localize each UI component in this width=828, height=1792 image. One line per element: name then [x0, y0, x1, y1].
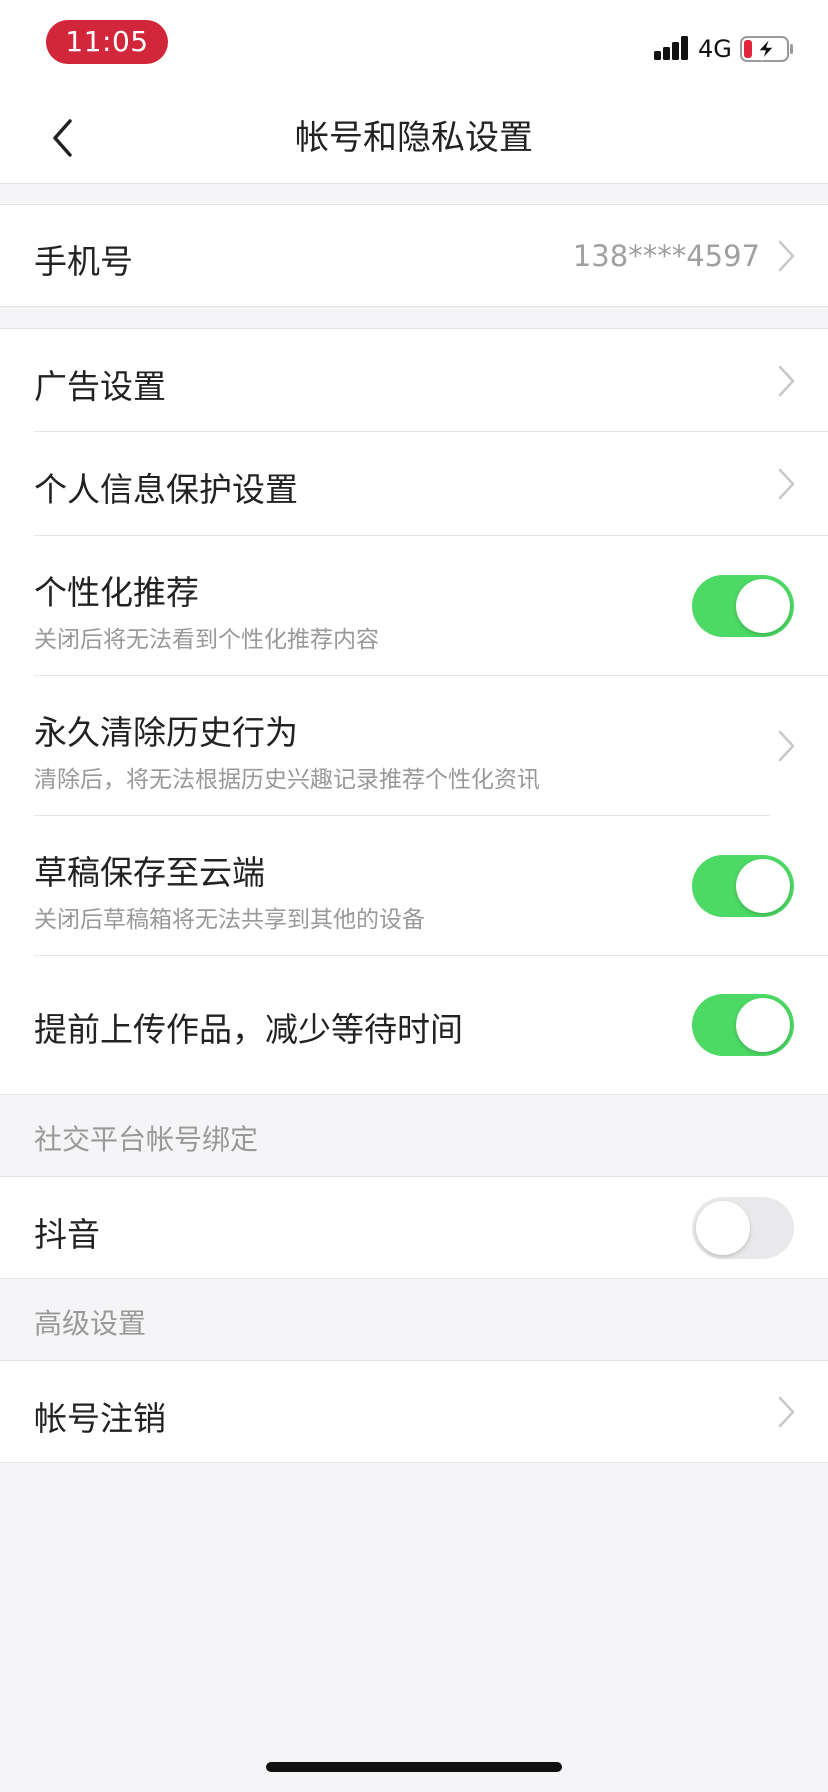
advanced-group: 帐号注销 — [0, 1360, 828, 1463]
home-indicator[interactable] — [266, 1762, 562, 1772]
privacy-protection-label: 个人信息保护设置 — [34, 470, 298, 509]
ad-settings-label: 广告设置 — [34, 367, 166, 406]
clear-history-desc: 清除后，将无法根据历史兴趣记录推荐个性化资讯 — [34, 767, 540, 793]
signal-icon — [654, 36, 690, 60]
draft-cloud-row: 草稿保存至云端 关闭后草稿箱将无法共享到其他的设备 — [0, 816, 828, 956]
clear-history-label: 永久清除历史行为 — [34, 713, 298, 752]
draft-cloud-desc: 关闭后草稿箱将无法共享到其他的设备 — [34, 907, 425, 933]
chevron-right-icon — [778, 240, 795, 272]
draft-cloud-toggle[interactable] — [692, 855, 794, 917]
phone-label: 手机号 — [34, 242, 133, 281]
phone-group: 手机号 138****4597 — [0, 204, 828, 307]
douyin-label: 抖音 — [34, 1215, 100, 1254]
ad-settings-row[interactable]: 广告设置 — [0, 329, 828, 432]
douyin-toggle[interactable] — [692, 1197, 794, 1259]
status-bar: 11:05 4G — [0, 0, 828, 92]
delete-account-label: 帐号注销 — [34, 1399, 166, 1438]
chevron-right-icon — [778, 468, 795, 500]
personalized-recommend-label: 个性化推荐 — [34, 573, 199, 612]
chevron-right-icon — [778, 1396, 795, 1428]
personalized-recommend-desc: 关闭后将无法看到个性化推荐内容 — [34, 627, 379, 653]
phone-value: 138****4597 — [572, 239, 760, 273]
clear-history-row[interactable]: 永久清除历史行为 清除后，将无法根据历史兴趣记录推荐个性化资讯 — [0, 676, 828, 816]
douyin-row: 抖音 — [0, 1177, 828, 1278]
phone-row[interactable]: 手机号 138****4597 — [0, 205, 828, 306]
personalized-recommend-toggle[interactable] — [692, 575, 794, 637]
battery-charging-icon — [740, 36, 793, 62]
pre-upload-toggle[interactable] — [692, 994, 794, 1056]
nav-bar: 帐号和隐私设置 — [0, 92, 828, 184]
pre-upload-row: 提前上传作品，减少等待时间 — [0, 956, 828, 1094]
pre-upload-label: 提前上传作品，减少等待时间 — [34, 1010, 463, 1049]
network-type: 4G — [698, 35, 732, 63]
chevron-right-icon — [778, 365, 795, 397]
chevron-right-icon — [778, 730, 795, 762]
delete-account-row[interactable]: 帐号注销 — [0, 1361, 828, 1462]
social-group: 抖音 — [0, 1176, 828, 1279]
social-section-header: 社交平台帐号绑定 — [34, 1123, 259, 1156]
privacy-settings-group: 广告设置 个人信息保护设置 个性化推荐 关闭后将无法看到个性化推荐内容 永久清除… — [0, 328, 828, 1095]
settings-screen: 11:05 4G 帐号和隐私设置 手机号 138****4597 广告设置 个人… — [0, 0, 828, 1792]
privacy-protection-row[interactable]: 个人信息保护设置 — [0, 432, 828, 536]
advanced-section-header: 高级设置 — [34, 1307, 147, 1340]
draft-cloud-label: 草稿保存至云端 — [34, 853, 265, 892]
status-time: 11:05 — [46, 20, 168, 64]
page-title: 帐号和隐私设置 — [295, 118, 533, 158]
personalized-recommend-row: 个性化推荐 关闭后将无法看到个性化推荐内容 — [0, 536, 828, 676]
